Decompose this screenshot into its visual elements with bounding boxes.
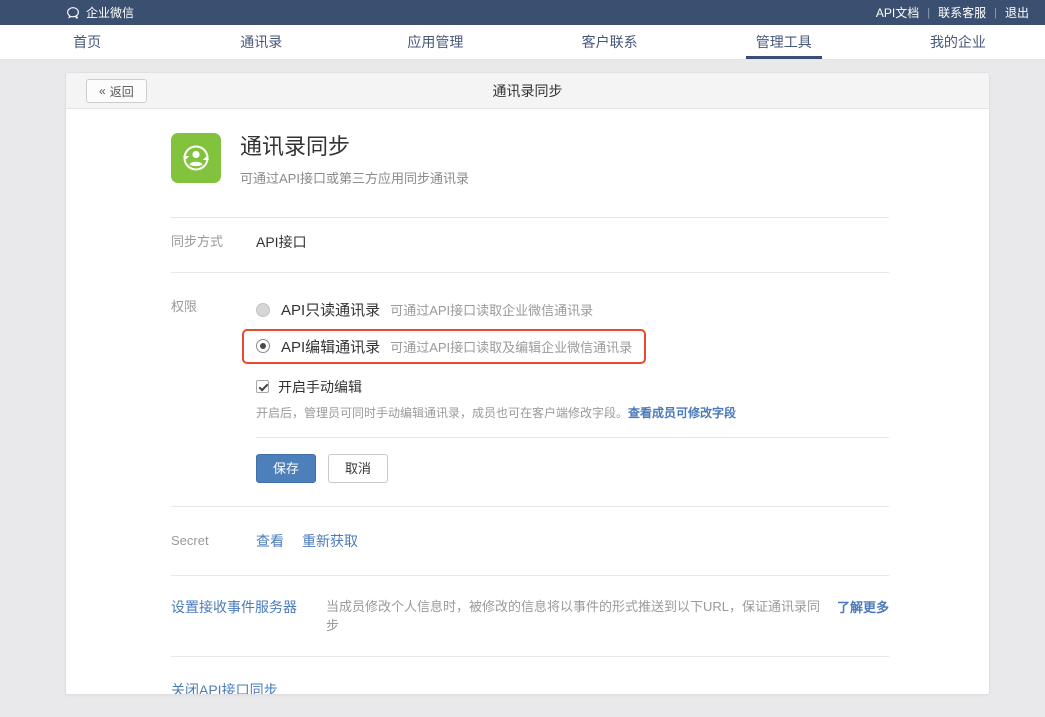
app-logo: 企业微信 (65, 4, 134, 21)
sync-method-row: 同步方式 API接口 (171, 218, 889, 272)
option-api-readonly[interactable]: API只读通讯录 可通过API接口读取企业微信通讯录 (256, 297, 889, 323)
nav-item-customers[interactable]: 客户联系 (523, 25, 697, 59)
permission-options: API只读通讯录 可通过API接口读取企业微信通讯录 API编辑通讯录 可通过A… (256, 297, 889, 506)
chat-bubble-icon (65, 5, 81, 21)
secret-refresh-link[interactable]: 重新获取 (302, 531, 358, 551)
sync-method-value: API接口 (256, 232, 307, 252)
manual-edit-row: 开启手动编辑 (256, 377, 889, 397)
topbar-links: API文档 | 联系客服 | 退出 (876, 4, 1029, 21)
separator: | (994, 7, 997, 19)
manual-edit-note-text: 开启后，管理员可同时手动编辑通讯录，成员也可在客户端修改字段。 (256, 406, 628, 420)
callback-server-row: 设置接收事件服务器 当成员修改个人信息时，被修改的信息将以事件的形式推送到以下U… (171, 576, 889, 656)
learn-more-link[interactable]: 了解更多 (837, 597, 889, 616)
save-button[interactable]: 保存 (256, 454, 316, 483)
page-background: « 返回 通讯录同步 通讯录同步 可通 (0, 60, 1045, 717)
cancel-button[interactable]: 取消 (328, 454, 388, 483)
panel-title: 通讯录同步 (493, 81, 563, 101)
back-chevron-icon: « (99, 84, 106, 98)
sync-method-label: 同步方式 (171, 232, 256, 252)
nav-item-contacts[interactable]: 通讯录 (174, 25, 348, 59)
contact-sync-icon (171, 133, 221, 183)
close-api-row: 关闭API接口同步 (171, 657, 889, 696)
app-header-text: 通讯录同步 可通过API接口或第三方应用同步通讯录 (240, 133, 469, 187)
radio-api-readonly[interactable] (256, 303, 270, 317)
nav-item-admin-tools[interactable]: 管理工具 (697, 25, 871, 59)
secret-label: Secret (171, 531, 256, 551)
permission-row: 权限 API只读通讯录 可通过API接口读取企业微信通讯录 API编辑通讯录 可… (171, 273, 889, 506)
app-logo-text: 企业微信 (86, 4, 134, 21)
nav-item-my-company[interactable]: 我的企业 (871, 25, 1045, 59)
nav-item-home[interactable]: 首页 (0, 25, 174, 59)
callback-server-desc: 当成员修改个人信息时，被修改的信息将以事件的形式推送到以下URL，保证通讯录同步 (326, 597, 825, 635)
manual-edit-label[interactable]: 开启手动编辑 (278, 377, 362, 397)
main-nav: 首页 通讯录 应用管理 客户联系 管理工具 我的企业 (0, 25, 1045, 60)
secret-view-link[interactable]: 查看 (256, 531, 284, 551)
topbar: 企业微信 API文档 | 联系客服 | 退出 (0, 0, 1045, 25)
separator: | (927, 7, 930, 19)
page-title: 通讯录同步 (240, 133, 469, 161)
back-button-label: 返回 (110, 83, 134, 100)
option-title[interactable]: API只读通讯录 (281, 299, 380, 320)
option-api-edit-highlight: API编辑通讯录 可通过API接口读取及编辑企业微信通讯录 (242, 329, 646, 364)
app-header: 通讯录同步 可通过API接口或第三方应用同步通讯录 (171, 109, 889, 217)
page-subtitle: 可通过API接口或第三方应用同步通讯录 (240, 168, 469, 187)
permission-label: 权限 (171, 297, 256, 317)
option-desc: 可通过API接口读取企业微信通讯录 (390, 300, 593, 319)
action-buttons: 保存 取消 (256, 438, 889, 506)
panel-header: « 返回 通讯录同步 (66, 73, 989, 109)
panel-content: 通讯录同步 可通过API接口或第三方应用同步通讯录 同步方式 API接口 权限 … (66, 109, 989, 695)
manual-edit-note: 开启后，管理员可同时手动编辑通讯录，成员也可在客户端修改字段。查看成员可修改字段 (256, 405, 889, 422)
topbar-link-support[interactable]: 联系客服 (938, 4, 986, 21)
topbar-link-logout[interactable]: 退出 (1005, 4, 1029, 21)
radio-api-edit[interactable] (256, 339, 270, 353)
option-title[interactable]: API编辑通讯录 (281, 336, 380, 357)
nav-item-apps[interactable]: 应用管理 (348, 25, 522, 59)
secret-links: 查看 重新获取 (256, 531, 358, 551)
view-editable-fields-link[interactable]: 查看成员可修改字段 (628, 406, 736, 420)
contact-sync-panel: « 返回 通讯录同步 通讯录同步 可通 (65, 72, 990, 695)
manual-edit-checkbox[interactable] (256, 380, 269, 393)
close-api-sync-link[interactable]: 关闭API接口同步 (171, 682, 278, 696)
secret-row: Secret 查看 重新获取 (171, 507, 889, 575)
topbar-link-api-docs[interactable]: API文档 (876, 4, 919, 21)
set-callback-server-link[interactable]: 设置接收事件服务器 (171, 597, 297, 617)
back-button[interactable]: « 返回 (86, 79, 147, 103)
option-desc: 可通过API接口读取及编辑企业微信通讯录 (390, 337, 632, 356)
